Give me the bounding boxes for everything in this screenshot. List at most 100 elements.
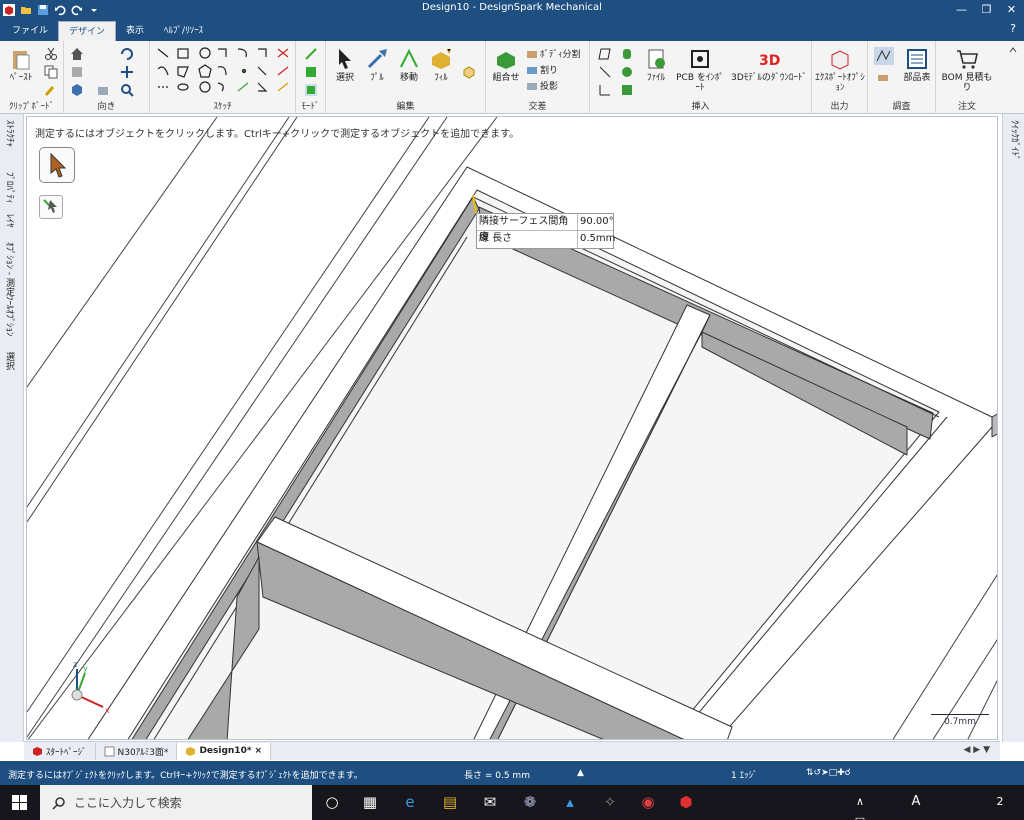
solid-icon[interactable] <box>462 65 476 79</box>
tab-design[interactable]: デザイン <box>58 21 117 41</box>
select-tool-button[interactable] <box>39 147 75 183</box>
windows-start-icon[interactable] <box>12 795 27 810</box>
status-tools-icon[interactable]: ⇅↺➤□✚☌ <box>806 768 851 778</box>
mail-icon[interactable]: ✉ <box>480 792 500 812</box>
sphere-icon[interactable] <box>620 65 634 79</box>
save-icon[interactable] <box>37 4 49 16</box>
notification-badge[interactable]: 2 <box>990 792 1010 812</box>
doc-tab-design10-label: Design10* <box>199 746 252 756</box>
right-panel-tabs: ｸｲｯｸｶﾞｲﾄﾞ <box>1002 114 1024 742</box>
app-icon-1[interactable]: ▴ <box>560 792 580 812</box>
3d-mode-icon[interactable] <box>304 83 318 97</box>
cut-icon[interactable] <box>44 47 58 61</box>
project-button[interactable]: 投影 <box>526 79 581 92</box>
move-icon <box>400 48 418 68</box>
tab-view[interactable]: 表示 <box>116 21 154 41</box>
split-body-button[interactable]: ﾎﾞﾃﾞｨ分割 <box>526 47 581 60</box>
doc-tab-design10[interactable]: Design10* × <box>177 742 272 760</box>
cylinder-icon[interactable] <box>620 47 634 61</box>
sketch-mode-icon[interactable] <box>304 47 318 61</box>
taskbar-search[interactable]: ここに入力して検索 <box>40 785 312 820</box>
undo-icon[interactable] <box>54 4 66 16</box>
tab-prev-icon[interactable]: ◀ <box>963 745 970 755</box>
tab-file[interactable]: ファイル <box>2 21 58 41</box>
shell-icon[interactable] <box>620 83 634 97</box>
frame-edge-right <box>991 413 997 438</box>
minimize-button[interactable]: — <box>949 0 974 19</box>
close-tab-icon[interactable]: × <box>255 746 263 756</box>
plane-icon[interactable] <box>598 47 612 61</box>
paste-button[interactable]: ﾍﾟｰｽﾄ <box>6 47 36 83</box>
customize-qa-icon[interactable] <box>88 4 100 16</box>
pull-label: ﾌﾟﾙ <box>370 73 384 83</box>
view-cube-icon[interactable] <box>70 83 84 97</box>
3d-viewport[interactable]: 測定するにはオブジェクトをクリックします。Ctrlキー+クリックで測定するオブジ… <box>26 116 998 740</box>
tray-icons[interactable]: ∧ □ 🔈 <box>850 792 870 820</box>
mass-icon[interactable] <box>876 71 890 85</box>
home-view-icon[interactable] <box>70 47 84 61</box>
open-folder-icon[interactable] <box>20 4 32 16</box>
chrome-icon[interactable]: ◉ <box>638 792 658 812</box>
select-cursor-icon <box>50 152 67 178</box>
doc-tab-start[interactable]: ｽﾀｰﾄﾍﾟｰｼﾞ <box>24 742 96 760</box>
group-label-orient: 向き <box>97 102 116 112</box>
pan-view-icon[interactable] <box>120 65 134 79</box>
axis-triad-icon: z y x <box>71 660 110 715</box>
download-3d-button[interactable]: 3D 3Dﾓﾃﾞﾙのﾀﾞｳﾝﾛｰﾄﾞ <box>728 47 810 83</box>
explorer-icon[interactable]: ▤ <box>440 792 460 812</box>
pcb-import-button[interactable]: PCB をｲﾝﾎﾟｰﾄ <box>674 47 726 93</box>
paint-icon[interactable]: ❁ <box>520 792 540 812</box>
model-scene[interactable] <box>27 117 998 740</box>
bom-parts-button[interactable]: 部品表 <box>900 47 934 83</box>
redo-icon[interactable] <box>71 4 83 16</box>
tab-selection[interactable]: 選択 <box>3 352 16 370</box>
scale-label: 0.7mm <box>944 717 976 727</box>
fill-button[interactable]: ﾌｨﾙ <box>426 47 456 83</box>
copy-icon[interactable] <box>44 65 58 79</box>
axis-icon[interactable] <box>598 65 612 79</box>
task-view-icon[interactable]: ▦ <box>360 792 380 812</box>
plan-view-icon[interactable] <box>70 65 84 79</box>
edge-icon[interactable]: e <box>400 792 420 812</box>
paste-label: ﾍﾟｰｽﾄ <box>9 73 33 83</box>
designspark-taskbar-icon[interactable]: ⬢ <box>676 792 696 812</box>
combine-button[interactable]: 組合せ <box>488 47 524 83</box>
section-mode-icon[interactable] <box>304 65 318 79</box>
restore-button[interactable]: ❐ <box>974 0 999 19</box>
help-icon[interactable]: ? <box>1010 22 1016 35</box>
tab-help[interactable]: ﾍﾙﾌﾟ/ﾘｿｰｽ <box>154 21 213 41</box>
tab-layers[interactable]: ﾚｲﾔ <box>3 214 16 228</box>
select-label: 選択 <box>335 73 354 83</box>
cortana-icon[interactable]: ○ <box>322 792 342 812</box>
bom-quote-button[interactable]: BOM 見積もり <box>938 47 996 93</box>
format-painter-icon[interactable] <box>44 83 58 97</box>
close-button[interactable]: ✕ <box>999 0 1024 19</box>
select-secondary-button[interactable] <box>39 195 63 219</box>
tab-properties[interactable]: ﾌﾟﾛﾊﾟﾃｨ <box>3 172 16 204</box>
export-options-button[interactable]: ｴｸｽﾎﾟｰﾄｵﾌﾟｼｮﾝ <box>814 47 866 93</box>
insert-file-button[interactable]: ﾌｧｲﾙ <box>642 47 670 83</box>
tab-list-icon[interactable]: ▼ <box>983 745 990 755</box>
tab-structure[interactable]: ｽﾄﾗｸﾁｬ <box>3 120 16 147</box>
sketch-tools-icon[interactable] <box>156 47 290 97</box>
group-intersect: 組合せ ﾎﾞﾃﾞｨ分割 割り 投影 交差 <box>486 41 590 114</box>
app-icon-2[interactable]: ✧ <box>600 792 620 812</box>
view-style-icon[interactable] <box>96 83 110 97</box>
origin-icon[interactable] <box>598 83 612 97</box>
doc-tab-n30[interactable]: N30ｱﾙﾐ3面* <box>96 742 178 760</box>
tab-next-icon[interactable]: ▶ <box>973 745 980 755</box>
zoom-icon[interactable] <box>120 83 134 97</box>
app-logo-icon <box>3 3 15 16</box>
select-button[interactable]: 選択 <box>330 47 360 83</box>
ime-indicator[interactable]: A <box>906 792 926 812</box>
move-button[interactable]: 移動 <box>394 47 424 83</box>
status-arrow-icon[interactable]: ▲ <box>577 768 584 778</box>
split-button[interactable]: 割り <box>526 63 581 76</box>
tab-options[interactable]: ｵﾌﾟｼｮﾝ - 測定ﾂｰﾙｵﾌﾟｼｮﾝ <box>3 242 16 336</box>
svg-text:3D: 3D <box>759 53 780 69</box>
rotate-view-icon[interactable] <box>120 47 134 61</box>
pull-button[interactable]: ﾌﾟﾙ <box>362 47 392 83</box>
measure-tool-icon[interactable] <box>874 47 894 65</box>
tab-quick-guide[interactable]: ｸｲｯｸｶﾞｲﾄﾞ <box>1008 120 1021 161</box>
ribbon-collapse-icon[interactable] <box>1008 45 1018 55</box>
